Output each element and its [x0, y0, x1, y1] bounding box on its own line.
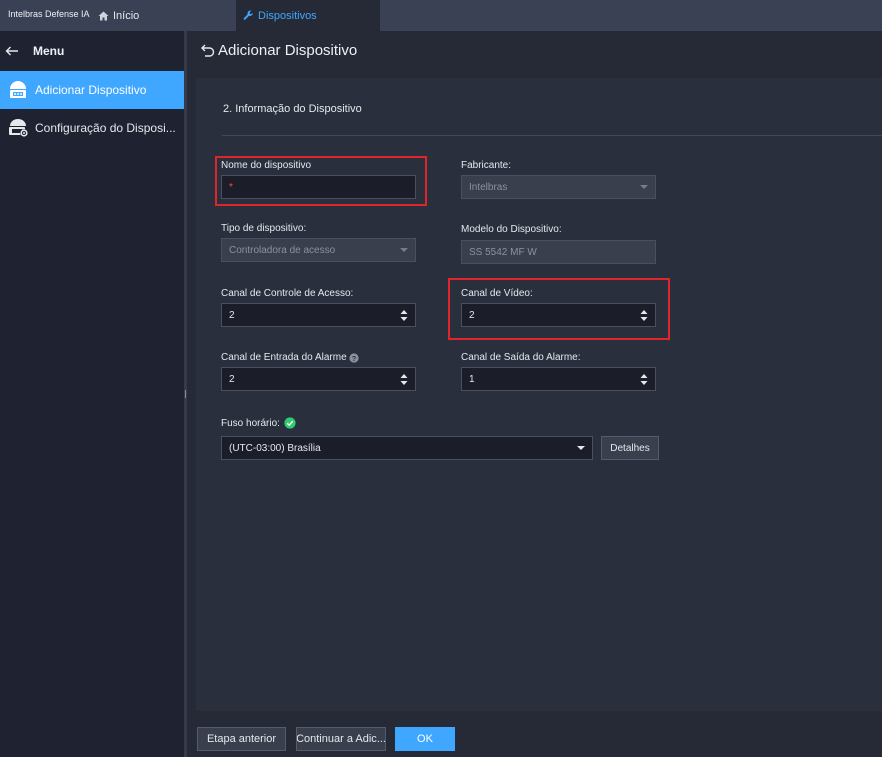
highlight-video-channel [448, 278, 670, 340]
top-bar: Intelbras Defense IA Início Dispositivos [0, 0, 882, 31]
home-icon [98, 11, 109, 20]
alarm-output-channel-label: Canal de Saída do Alarme: [461, 352, 581, 363]
device-model-input: SS 5542 MF W [461, 240, 656, 264]
spinner-arrows-icon[interactable] [640, 373, 648, 386]
menu-label: Menu [33, 44, 65, 58]
alarm-input-channel-label: Canal de Entrada do Alarme ? [221, 352, 359, 363]
chevron-down-icon [577, 446, 585, 450]
main-content: Adicionar Dispositivo 2. Informação do D… [187, 31, 882, 757]
highlight-device-name [215, 156, 427, 206]
check-circle-icon [284, 417, 296, 429]
continue-adding-button[interactable]: Continuar a Adic... [296, 727, 386, 751]
device-model-value: SS 5542 MF W [469, 246, 537, 258]
manufacturer-label: Fabricante: [461, 160, 512, 171]
undo-back-icon[interactable] [201, 44, 215, 57]
help-icon[interactable]: ? [349, 352, 359, 363]
footer: Etapa anterior Continuar a Adic... OK [187, 711, 882, 757]
timezone-label-text: Fuso horário: [221, 417, 280, 429]
ok-button[interactable]: OK [395, 727, 455, 751]
add-device-icon [0, 80, 35, 100]
chevron-down-icon [640, 185, 648, 189]
access-control-channel-label: Canal de Controle de Acesso: [221, 288, 354, 299]
spinner-arrows-icon[interactable] [400, 309, 408, 322]
page-title: Adicionar Dispositivo [201, 42, 357, 59]
section-divider [222, 135, 882, 136]
previous-step-button[interactable]: Etapa anterior [197, 727, 286, 751]
device-type-label: Tipo de dispositivo: [221, 223, 307, 234]
manufacturer-select: Intelbras [461, 175, 656, 199]
alarm-input-channel-label-text: Canal de Entrada do Alarme [221, 352, 347, 363]
wrench-icon [243, 10, 253, 20]
access-control-channel-stepper[interactable]: 2 [221, 303, 416, 327]
timezone-details-button[interactable]: Detalhes [601, 436, 659, 460]
alarm-input-channel-value: 2 [229, 373, 235, 385]
sidebar-item-device-config-label: Configuração do Disposi... [35, 121, 176, 135]
manufacturer-value: Intelbras [469, 181, 508, 193]
alarm-output-channel-value: 1 [469, 373, 475, 385]
tab-devices[interactable]: Dispositivos [236, 0, 380, 31]
device-model-label: Modelo do Dispositivo: [461, 224, 562, 235]
alarm-input-channel-stepper[interactable]: 2 [221, 367, 416, 391]
svg-text:?: ? [351, 354, 356, 363]
page-title-text: Adicionar Dispositivo [218, 42, 358, 59]
sidebar: Menu Adicionar Dispositivo Configuração … [0, 31, 184, 757]
timezone-value: (UTC-03:00) Brasília [229, 442, 321, 454]
section-title: 2. Informação do Dispositivo [223, 103, 362, 115]
sidebar-item-device-config[interactable]: Configuração do Disposi... [0, 109, 184, 147]
menu-header[interactable]: Menu [0, 31, 184, 71]
sidebar-item-add-device[interactable]: Adicionar Dispositivo [0, 71, 184, 109]
app-brand: Intelbras Defense IA [8, 9, 90, 19]
device-type-value: Controladora de acesso [229, 244, 336, 256]
alarm-output-channel-stepper[interactable]: 1 [461, 367, 656, 391]
form-panel: 2. Informação do Dispositivo Nome do dis… [196, 78, 882, 711]
spinner-arrows-icon[interactable] [400, 373, 408, 386]
tab-devices-label: Dispositivos [258, 9, 317, 22]
tab-home-label: Início [113, 9, 140, 22]
access-control-channel-value: 2 [229, 309, 235, 321]
splitter-grip[interactable] [185, 390, 186, 398]
timezone-select[interactable]: (UTC-03:00) Brasília [221, 436, 593, 460]
device-type-select: Controladora de acesso [221, 238, 416, 262]
tab-home[interactable]: Início [98, 0, 139, 31]
back-arrow-icon[interactable] [5, 46, 19, 56]
device-config-icon [0, 118, 35, 138]
timezone-label: Fuso horário: [221, 417, 296, 429]
sidebar-item-add-device-label: Adicionar Dispositivo [35, 83, 147, 97]
chevron-down-icon [400, 248, 408, 252]
